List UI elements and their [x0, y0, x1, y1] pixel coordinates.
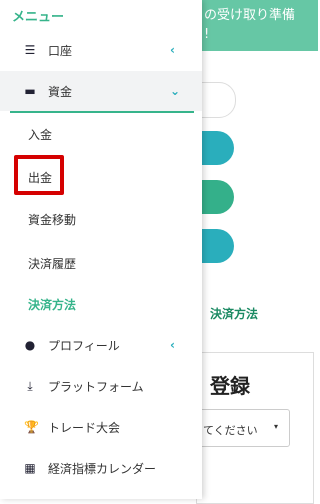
sidebar-item-account[interactable]: ☰ 口座 ‹ [0, 30, 202, 70]
select-placeholder: てください [203, 424, 258, 437]
sidebar-item-funds[interactable]: ▬ 資金 ⌄ [0, 71, 202, 111]
banner-text: の受け取り準備 ! [204, 6, 318, 44]
submenu-item-deposit[interactable]: 入金 [0, 114, 202, 154]
list-icon: ☰ [24, 43, 36, 57]
sidebar-item-platform[interactable]: ⤓ プラットフォーム [0, 366, 202, 406]
sidebar-item-label: プラットフォーム [48, 379, 144, 394]
submenu-item-payment-method[interactable]: 決済方法 [28, 296, 76, 313]
trophy-icon: 🏆 [24, 420, 39, 434]
calendar-icon: ▦ [24, 461, 36, 475]
active-underline [10, 111, 194, 113]
submenu-item-label: 資金移動 [28, 212, 77, 227]
chevron-left-icon: ‹ [170, 43, 175, 57]
menu-title: メニュー [12, 10, 65, 25]
submenu-item-transfer[interactable]: 資金移動 [0, 199, 202, 239]
chevron-down-icon: ▾ [274, 422, 279, 431]
sidebar-item-label: 資金 [48, 84, 73, 99]
sidebar-item-label: 口座 [48, 43, 73, 58]
download-icon: ⤓ [27, 378, 33, 393]
chevron-left-icon: ‹ [170, 338, 175, 352]
sidebar-item-profile[interactable]: ● プロフィール ‹ [0, 325, 202, 365]
payment-method-heading: 決済方法 [210, 307, 259, 321]
submenu-item-label: 入金 [28, 127, 53, 142]
sidebar-item-label: 経済指標カレンダー [48, 461, 157, 476]
user-icon: ● [24, 338, 36, 352]
submenu-item-payment-history[interactable]: 決済履歴 [0, 243, 202, 283]
sidebar-item-label: トレード大会 [48, 420, 121, 435]
side-menu-drawer: メニュー ☰ 口座 ‹ ▬ 資金 ⌄ 入金 出金 資金移動 決済履歴 決済方法 … [0, 0, 202, 499]
chevron-down-icon: ⌄ [170, 84, 181, 98]
submenu-item-label: 決済履歴 [28, 256, 77, 271]
wallet-icon: ▬ [24, 84, 36, 98]
card-title: 登録 [210, 374, 250, 398]
sidebar-item-economic-calendar[interactable]: ▦ 経済指標カレンダー [0, 448, 202, 488]
sidebar-item-label: プロフィール [48, 338, 120, 353]
banner-line-2: ! [204, 27, 210, 42]
sidebar-item-trade-contest[interactable]: 🏆 トレード大会 [0, 407, 202, 447]
highlight-box [14, 155, 64, 195]
banner-line-1: の受け取り準備 [204, 8, 296, 23]
